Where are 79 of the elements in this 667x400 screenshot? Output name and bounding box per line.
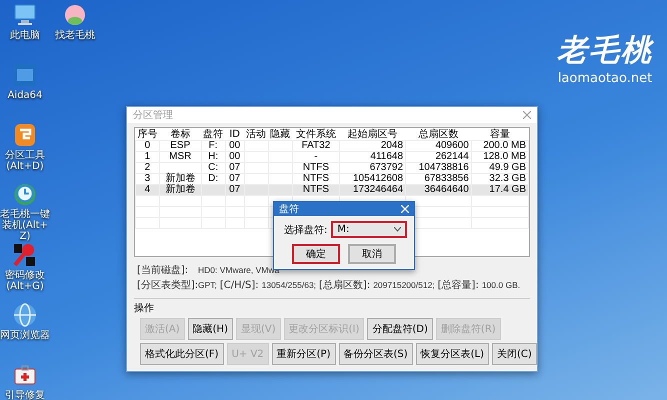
action-button[interactable]: 关闭(C) [492, 343, 537, 365]
group-title: 操作 [134, 302, 155, 315]
info-label: [总容量]: [438, 278, 479, 292]
column-header: 序号 [136, 128, 160, 140]
column-header: 文件系统 [292, 128, 340, 140]
table-row[interactable]: 0 ESP F: 00 FAT32 2048 409600 200.0 MB [136, 140, 528, 152]
table-cell: 262144 [406, 152, 472, 162]
action-button[interactable]: 重新分区(P) [272, 343, 336, 365]
table-cell: 49.9 GB [471, 162, 528, 174]
close-icon[interactable] [523, 111, 531, 119]
info-value: GPT; [198, 280, 217, 290]
drive-dropdown[interactable]: M: [331, 221, 408, 238]
desktop-icon-label[interactable]: 分区工具(Alt+D) [0, 150, 50, 172]
partition-icon[interactable] [12, 122, 38, 148]
desktop-icon-label[interactable]: 此电脑 [0, 30, 50, 41]
column-header: ID [225, 128, 244, 140]
table-cell: NTFS [292, 162, 340, 174]
table-cell: C: [201, 162, 226, 174]
table-cell: H: [201, 152, 226, 162]
wallpaper-logo: 老毛桃 [557, 32, 653, 70]
field-label: 选择盘符: [284, 224, 328, 236]
dialog-title: 盘符 [279, 203, 299, 216]
dialog-button[interactable]: 取消 [348, 244, 396, 264]
info-label: [总扇区数]: [319, 278, 370, 292]
table-cell: 00 [225, 140, 244, 152]
table-cell: 104738816 [406, 162, 472, 174]
table-row[interactable]: 1 MSR H: 00 - 411648 262144 128.0 MB [136, 152, 528, 162]
dialog-button[interactable]: 确定 [292, 244, 340, 264]
column-header: 活动 [245, 128, 268, 140]
column-header: 容量 [471, 128, 528, 140]
column-header: 卷标 [159, 128, 202, 140]
password-icon[interactable] [12, 242, 38, 268]
table-cell: 00 [225, 152, 244, 162]
table-cell: - [292, 152, 340, 162]
desktop-icon-label[interactable]: 找老毛桃 [50, 30, 100, 41]
column-header: 隐藏 [268, 128, 292, 140]
table-cell: 2 [136, 162, 160, 174]
desktop-icon-label[interactable]: Aida64 [0, 90, 50, 101]
table-cell: 128.0 MB [471, 152, 528, 162]
table-cell: FAT32 [292, 140, 340, 152]
column-header: 起始扇区号 [340, 128, 406, 140]
column-header: 盘符 [201, 128, 226, 140]
table-cell: 409600 [406, 140, 472, 152]
action-button[interactable]: 隐藏(H) [188, 318, 233, 340]
browser-icon[interactable] [12, 302, 38, 328]
desktop-icon-label[interactable]: 老毛桃一键装机(Alt+Z) [0, 209, 50, 242]
installer-icon[interactable] [12, 182, 38, 207]
table-cell: 1 [136, 152, 160, 162]
info-label: [分区表类型]: [137, 278, 195, 292]
table-cell: 新加卷 [159, 184, 202, 196]
action-button[interactable]: 分配盘符(D) [367, 318, 433, 340]
info-value: 209715200/512; [373, 280, 435, 290]
wallpaper-url: laomaotao.net [558, 71, 652, 86]
table-cell: 200.0 MB [471, 140, 528, 152]
desktop-icon-label[interactable]: 网页浏览器 [0, 330, 50, 341]
action-button[interactable]: 恢复分区表(L) [416, 343, 490, 365]
table-cell: MSR [159, 152, 202, 162]
info-label: [C/H/S]: [220, 280, 259, 291]
action-button[interactable]: 备份分区表(S) [338, 343, 413, 365]
table-cell: F: [201, 140, 226, 152]
action-button[interactable]: 格式化此分区(F) [140, 343, 224, 365]
desktop-icon-label[interactable]: 密码修改(Alt+G) [0, 270, 50, 292]
table-cell: 0 [136, 140, 160, 152]
table-cell: 07 [225, 162, 244, 174]
window-title: 分区管理 [133, 109, 173, 122]
table-cell: 4 [136, 184, 160, 196]
table-cell: 2048 [340, 140, 406, 152]
computer-icon[interactable] [12, 2, 38, 28]
table-cell: ESP [159, 140, 202, 152]
table-cell: 411648 [340, 152, 406, 162]
info-value: 100.0 GB. [482, 280, 520, 290]
info-value: 13054/255/63; [262, 280, 316, 290]
chevron-down-icon [394, 227, 402, 232]
mascot-icon[interactable] [62, 2, 88, 28]
table-cell: 673792 [340, 162, 406, 174]
table-row[interactable]: 2 C: 07 NTFS 673792 104738816 49.9 GB [136, 162, 528, 174]
info-label: [当前磁盘]: [137, 264, 190, 277]
column-header: 总扇区数 [406, 128, 472, 140]
table-row[interactable]: 4 新加卷 07 NTFS 173246464 36464640 17.4 GB [136, 184, 528, 196]
